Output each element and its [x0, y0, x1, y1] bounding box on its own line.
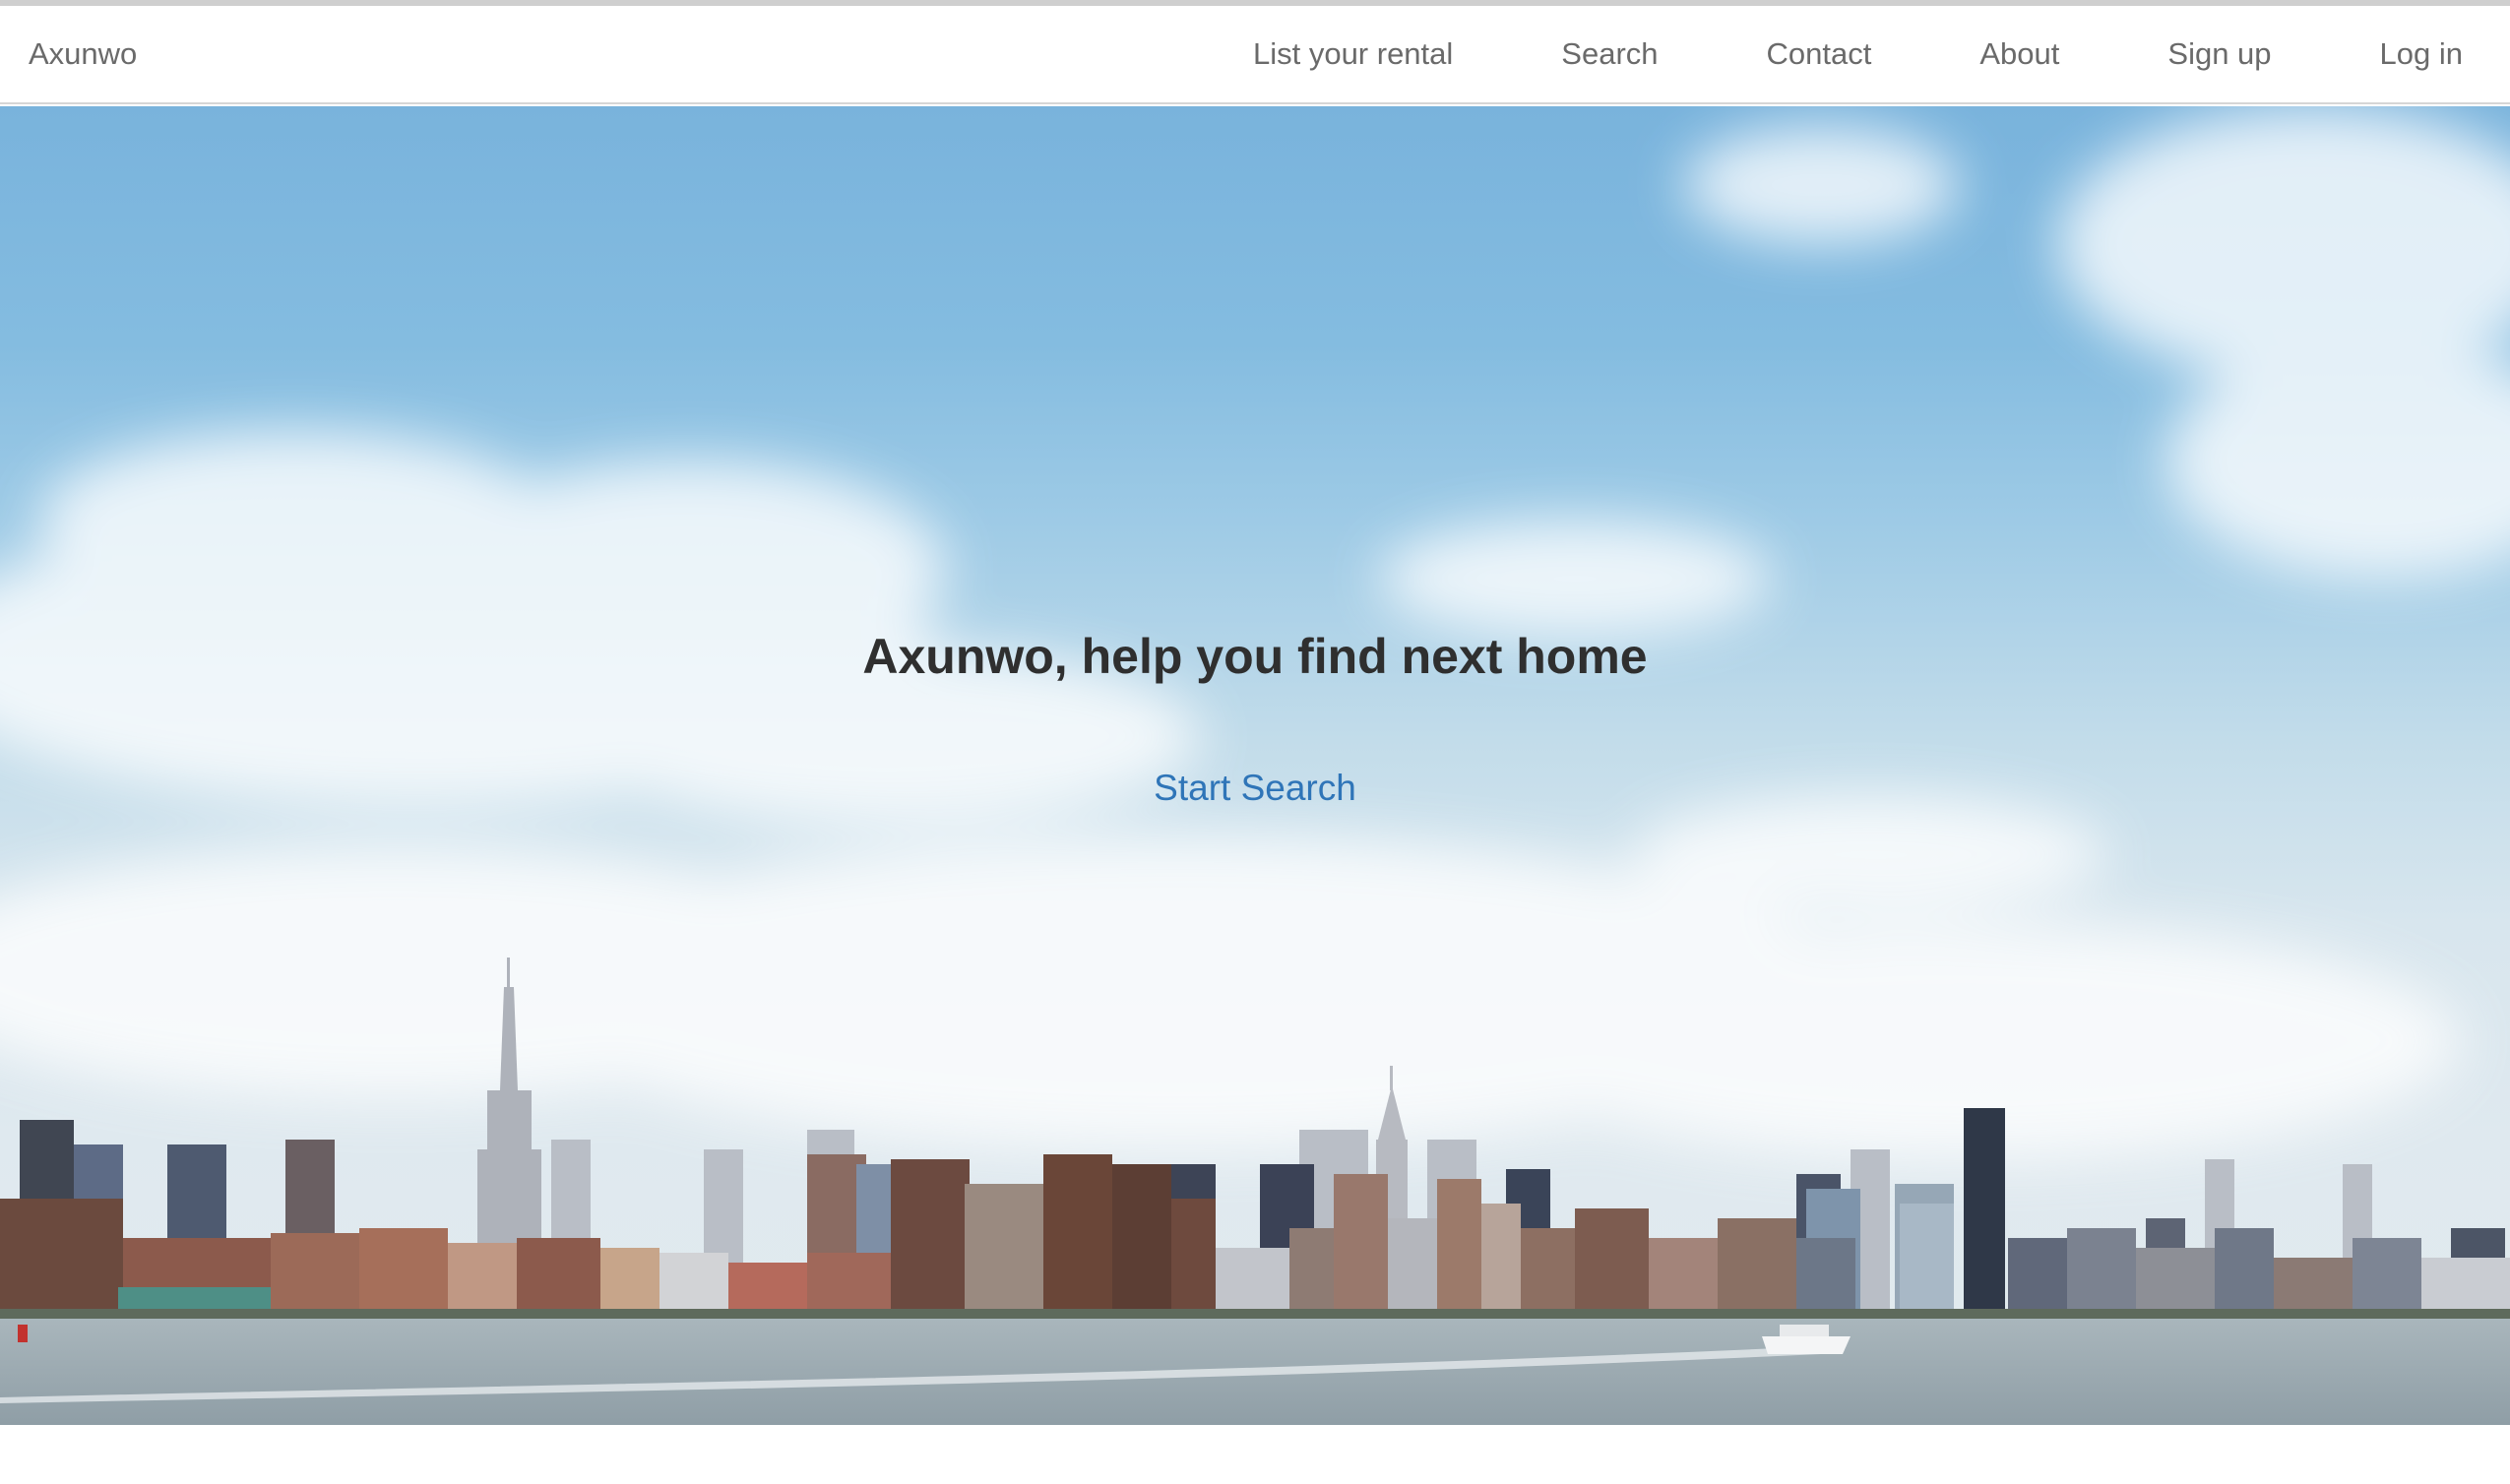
brand-link[interactable]: Axunwo [29, 6, 137, 102]
nav-link-log-in[interactable]: Log in [2380, 36, 2463, 72]
nav-link-sign-up[interactable]: Sign up [2167, 36, 2271, 72]
page: Axunwo List your rental Search Contact A… [0, 0, 2510, 1484]
nav-link-search[interactable]: Search [1561, 36, 1658, 72]
hero-cta-container: Start Search [0, 768, 2510, 809]
shoreline [0, 1309, 2510, 1319]
start-search-link[interactable]: Start Search [1154, 768, 1356, 808]
hero-background-image [0, 106, 2510, 1425]
hero-title: Axunwo, help you find next home [862, 629, 1648, 684]
hero-section: Axunwo, help you find next home Start Se… [0, 106, 2510, 1425]
nav-link-contact[interactable]: Contact [1767, 36, 1872, 72]
navbar: Axunwo List your rental Search Contact A… [0, 6, 2510, 104]
nav-links: List your rental Search Contact About Si… [1253, 6, 2510, 102]
nav-link-list-rental[interactable]: List your rental [1253, 36, 1453, 72]
buoy [18, 1325, 28, 1342]
nav-link-about[interactable]: About [1979, 36, 2059, 72]
